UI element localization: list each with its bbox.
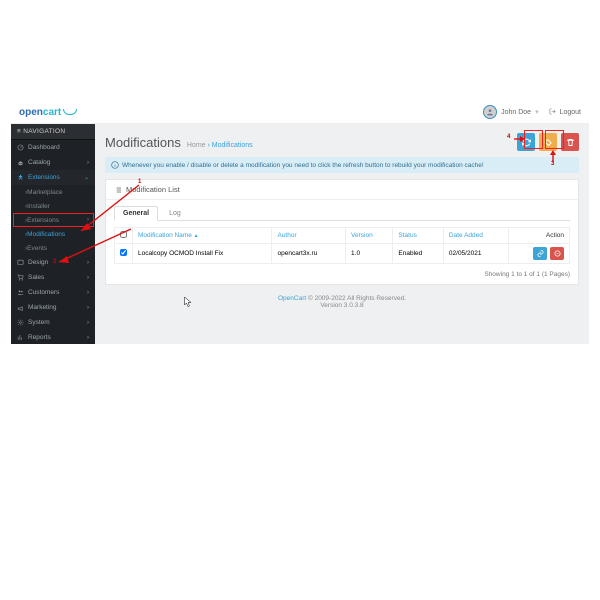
sidebar-item-sales[interactable]: Sales›	[11, 270, 95, 285]
cell-version: 1.0	[346, 244, 393, 264]
logout-icon	[549, 108, 556, 117]
sidebar-item-catalog[interactable]: Catalog›	[11, 155, 95, 170]
sidebar-item-reports[interactable]: Reports›	[11, 330, 95, 344]
panel-title: Modification List	[126, 185, 180, 194]
tab-log[interactable]: Log	[160, 206, 190, 220]
col-author[interactable]: Author	[272, 228, 346, 244]
pager-text: Showing 1 to 1 of 1 (1 Pages)	[106, 268, 578, 284]
sidebar-sub-installer[interactable]: › Installer	[11, 199, 95, 213]
info-icon	[111, 161, 119, 169]
sidebar-item-system[interactable]: System›	[11, 315, 95, 330]
sidebar-item-dashboard[interactable]: Dashboard	[11, 140, 95, 155]
sidebar-sub-events[interactable]: › Events	[11, 241, 95, 255]
modifications-table: Modification Name ▲ Author Version Statu…	[114, 227, 570, 264]
tab-general[interactable]: General	[114, 206, 158, 221]
sidebar-item-customers[interactable]: Customers›	[11, 285, 95, 300]
sidebar-sub-modifications[interactable]: › Modifications	[11, 227, 95, 241]
breadcrumb: Home › Modifications	[187, 142, 253, 149]
list-icon	[114, 186, 122, 194]
row-link-button[interactable]	[533, 247, 547, 260]
alert-info: Whenever you enable / disable or delete …	[105, 157, 579, 173]
sidebar-item-design[interactable]: Design›	[11, 255, 95, 270]
sidebar: ≡ NAVIGATION Dashboard Catalog› Extensio…	[11, 124, 95, 344]
col-version[interactable]: Version	[346, 228, 393, 244]
cell-name: Localcopy OCMOD Install Fix	[133, 244, 272, 264]
page-title: Modifications	[105, 135, 181, 150]
select-all-checkbox[interactable]	[120, 231, 127, 238]
clear-button[interactable]	[539, 133, 557, 151]
nav-title: ≡ NAVIGATION	[11, 124, 95, 140]
col-date[interactable]: Date Added	[443, 228, 508, 244]
col-action: Action	[509, 228, 570, 244]
sidebar-sub-extensions[interactable]: › Extensions›	[11, 213, 95, 227]
sidebar-item-marketing[interactable]: Marketing›	[11, 300, 95, 315]
col-status[interactable]: Status	[393, 228, 444, 244]
footer: OpenCart © 2009-2022 All Rights Reserved…	[95, 285, 589, 319]
cell-author: opencart3x.ru	[272, 244, 346, 264]
sidebar-sub-marketplace[interactable]: › Marketplace	[11, 185, 95, 199]
cell-date: 02/05/2021	[443, 244, 508, 264]
cell-status: Enabled	[393, 244, 444, 264]
row-checkbox[interactable]	[120, 249, 127, 256]
refresh-button[interactable]	[517, 133, 535, 151]
logo[interactable]: opencart	[19, 107, 77, 118]
footer-link[interactable]: OpenCart	[278, 295, 306, 302]
panel-modifications: Modification List General Log Modificati…	[105, 179, 579, 285]
delete-button[interactable]	[561, 133, 579, 151]
footer-version: Version 3.0.3.8	[320, 302, 363, 309]
sidebar-item-extensions[interactable]: Extensions⌄	[11, 170, 95, 185]
col-name[interactable]: Modification Name ▲	[133, 228, 272, 244]
row-disable-button[interactable]	[550, 247, 564, 260]
logo-open: open	[19, 107, 43, 118]
avatar[interactable]	[483, 105, 497, 119]
logout-link[interactable]: Logout	[560, 109, 581, 116]
cart-icon	[63, 108, 77, 116]
table-row: Localcopy OCMOD Install Fix opencart3x.r…	[115, 244, 570, 264]
logo-cart-text: cart	[43, 107, 61, 118]
user-name[interactable]: John Doe	[501, 109, 531, 116]
